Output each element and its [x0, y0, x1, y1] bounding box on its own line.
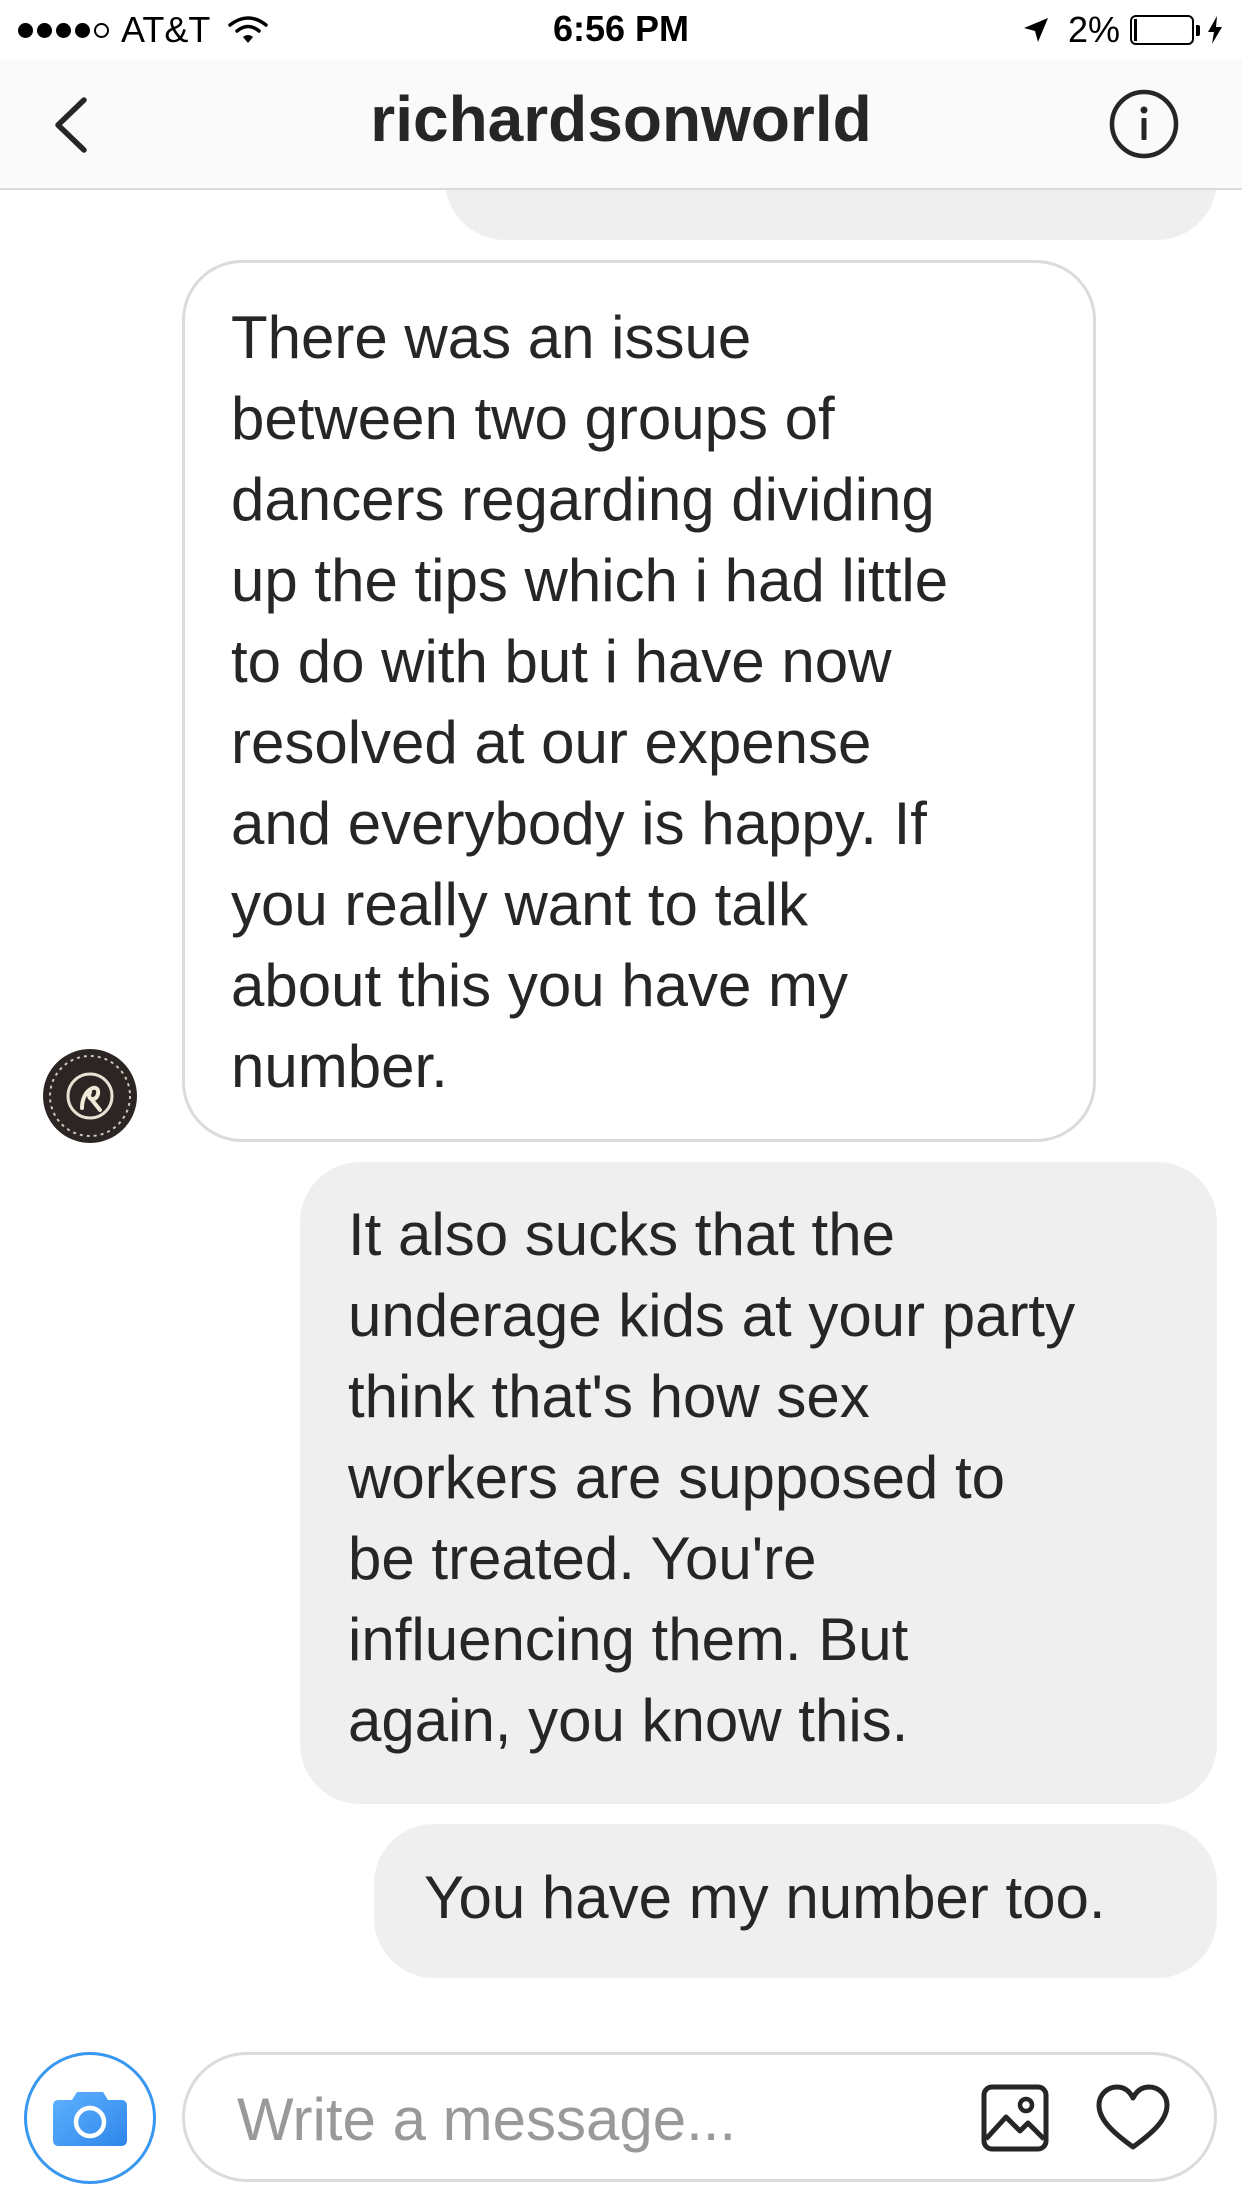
battery-percent: 2%	[1067, 9, 1120, 50]
camera-button[interactable]	[24, 2052, 156, 2184]
outgoing-message-bubble[interactable]: You have my number too.	[374, 1824, 1217, 1978]
gallery-icon[interactable]	[980, 2083, 1050, 2153]
message-composer	[182, 2052, 1217, 2182]
battery-icon	[1130, 15, 1194, 45]
info-icon[interactable]	[1108, 88, 1180, 160]
outgoing-message-bubble[interactable]: It also sucks that the underage kids at …	[300, 1162, 1217, 1804]
location-arrow-icon	[1023, 18, 1048, 42]
battery-level-fill	[1134, 19, 1137, 41]
camera-icon	[53, 2092, 127, 2146]
status-bar: AT&T 6:56 PM 2%	[0, 0, 1242, 60]
camera-button-inner	[34, 2062, 146, 2174]
direct-message-screen: There was an issue between two groups of…	[0, 0, 1242, 2208]
message-input[interactable]	[237, 2079, 937, 2159]
nav-bar: richardsonworld	[0, 60, 1242, 190]
incoming-message-bubble[interactable]: There was an issue between two groups of…	[182, 260, 1096, 1142]
battery-nub	[1196, 24, 1200, 36]
status-right: 2%	[1022, 8, 1224, 52]
charging-bolt-icon	[1208, 16, 1222, 44]
message-thread[interactable]: There was an issue between two groups of…	[0, 0, 1242, 2208]
conversation-title[interactable]: richardsonworld	[0, 82, 1242, 156]
sender-avatar[interactable]	[42, 1048, 138, 1144]
heart-icon[interactable]	[1095, 2083, 1171, 2153]
